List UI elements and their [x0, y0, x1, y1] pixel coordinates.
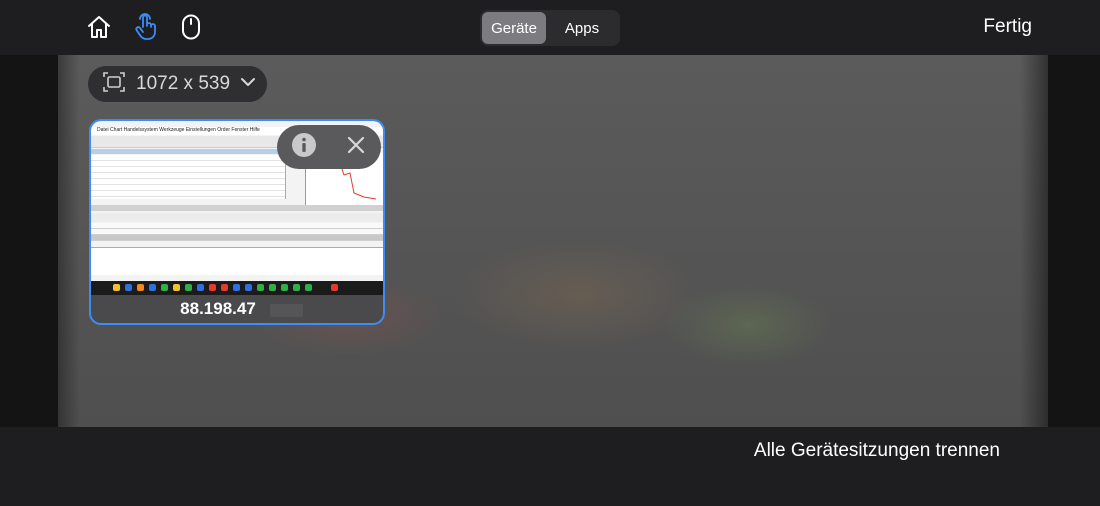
thumbnail-grid [91, 155, 286, 199]
session-name: 88.198.47 [180, 299, 256, 318]
redacted-mask [270, 304, 303, 317]
thumbnail-row-highlight [91, 235, 383, 240]
top-toolbar: Geräte Apps Fertig [0, 0, 1100, 55]
info-icon[interactable] [291, 132, 317, 163]
mouse-icon[interactable] [176, 12, 206, 42]
device-apps-segmented-control: Geräte Apps [480, 10, 620, 46]
tab-devices[interactable]: Geräte [482, 12, 546, 44]
thumbnail-lower-panel [91, 247, 383, 275]
resolution-selector[interactable]: 1072 x 539 [87, 65, 268, 103]
session-card[interactable]: Datei Chart Handelssystem Werkzeuge Eins… [89, 119, 385, 325]
right-shade [1020, 55, 1100, 427]
thumbnail-header [91, 149, 291, 154]
done-button[interactable]: Fertig [983, 16, 1032, 38]
screen-size-icon [102, 71, 126, 98]
thumbnail-iconrow [91, 213, 383, 222]
disconnect-all-button[interactable]: Alle Gerätesitzungen trennen [754, 440, 1000, 462]
left-shade [0, 55, 80, 427]
home-icon[interactable] [84, 12, 114, 42]
thumbnail-separator [91, 205, 383, 211]
tab-apps[interactable]: Apps [546, 12, 618, 44]
chevron-down-icon [240, 75, 256, 93]
thumbnail-taskbar [91, 281, 383, 295]
card-actions [277, 125, 381, 169]
close-icon[interactable] [345, 134, 367, 161]
bottom-bar: Alle Gerätesitzungen trennen [0, 427, 1100, 506]
session-canvas: 1072 x 539 Datei Chart Handelssystem Wer… [0, 55, 1100, 427]
touch-pointer-icon[interactable] [131, 12, 161, 42]
resolution-label: 1072 x 539 [136, 73, 231, 94]
